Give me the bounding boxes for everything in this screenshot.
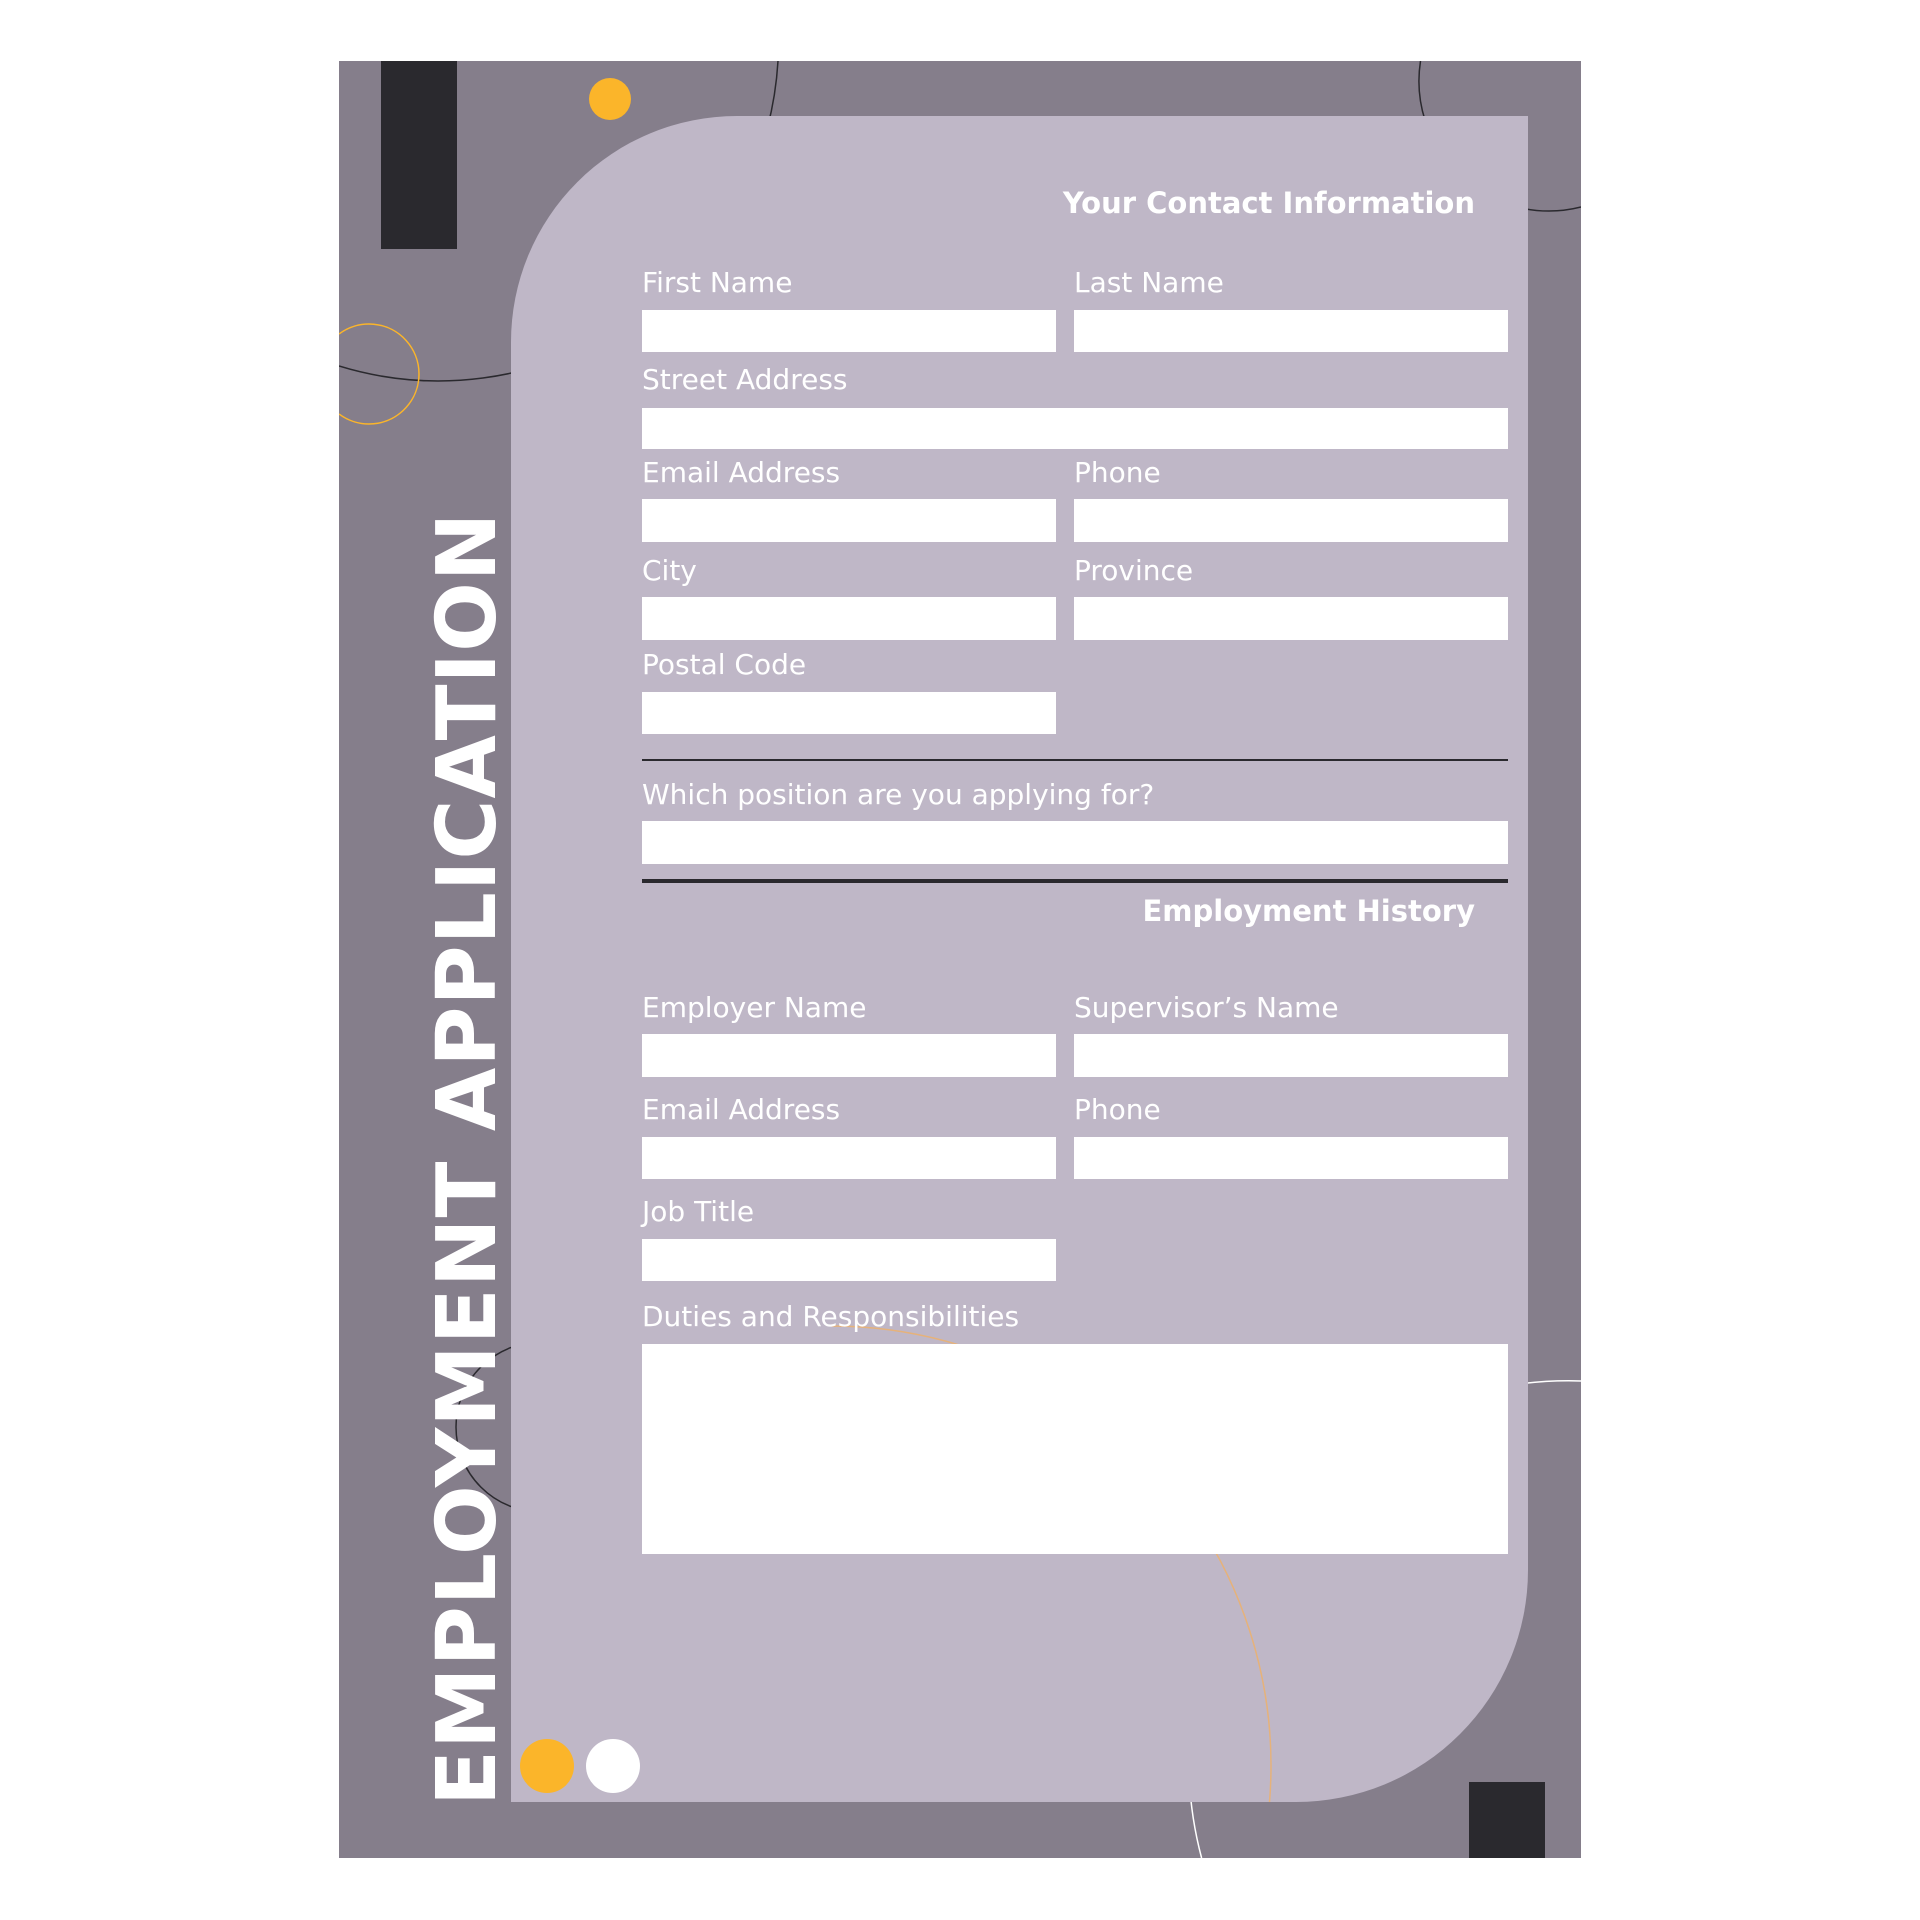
employment-history-heading: Employment History bbox=[1142, 894, 1475, 928]
dark-block-top bbox=[381, 61, 457, 249]
employer-name-label: Employer Name bbox=[642, 991, 867, 1024]
city-input[interactable] bbox=[642, 597, 1056, 640]
duties-label: Duties and Responsibilities bbox=[642, 1300, 1020, 1333]
thick-divider bbox=[642, 879, 1508, 883]
postal-code-input[interactable] bbox=[642, 692, 1056, 734]
email-input[interactable] bbox=[642, 499, 1056, 542]
supervisor-name-label: Supervisor’s Name bbox=[1074, 991, 1339, 1024]
employer-email-input[interactable] bbox=[642, 1137, 1056, 1179]
phone-label: Phone bbox=[1074, 456, 1161, 489]
application-page: Your Contact Information First Name Last… bbox=[339, 61, 1581, 1858]
province-label: Province bbox=[1074, 554, 1194, 587]
street-address-label: Street Address bbox=[642, 363, 848, 396]
first-name-label: First Name bbox=[642, 266, 793, 299]
yellow-dot-bottom bbox=[520, 1739, 574, 1793]
employer-name-input[interactable] bbox=[642, 1034, 1056, 1077]
dark-block-bottom bbox=[1469, 1782, 1545, 1858]
yellow-dot bbox=[589, 78, 631, 120]
postal-code-label: Postal Code bbox=[642, 648, 807, 681]
city-label: City bbox=[642, 554, 697, 587]
last-name-input[interactable] bbox=[1074, 310, 1508, 352]
last-name-label: Last Name bbox=[1074, 266, 1224, 299]
supervisor-name-input[interactable] bbox=[1074, 1034, 1508, 1077]
job-title-input[interactable] bbox=[642, 1239, 1056, 1281]
first-name-input[interactable] bbox=[642, 310, 1056, 352]
employer-phone-label: Phone bbox=[1074, 1093, 1161, 1126]
decorative-arc bbox=[339, 323, 420, 425]
page-title: EMPLOYMENT APPLICATION bbox=[420, 511, 515, 1806]
employer-phone-input[interactable] bbox=[1074, 1137, 1508, 1179]
phone-input[interactable] bbox=[1074, 499, 1508, 542]
employer-email-label: Email Address bbox=[642, 1093, 841, 1126]
form-panel: Your Contact Information First Name Last… bbox=[511, 116, 1528, 1802]
divider bbox=[642, 759, 1508, 761]
job-title-label: Job Title bbox=[642, 1195, 755, 1228]
email-label: Email Address bbox=[642, 456, 841, 489]
duties-textarea[interactable] bbox=[642, 1344, 1508, 1554]
position-input[interactable] bbox=[642, 821, 1508, 864]
province-input[interactable] bbox=[1074, 597, 1508, 640]
position-question-label: Which position are you applying for? bbox=[642, 778, 1155, 811]
white-dot-bottom bbox=[586, 1739, 640, 1793]
contact-heading: Your Contact Information bbox=[1062, 186, 1475, 220]
street-address-input[interactable] bbox=[642, 408, 1508, 449]
